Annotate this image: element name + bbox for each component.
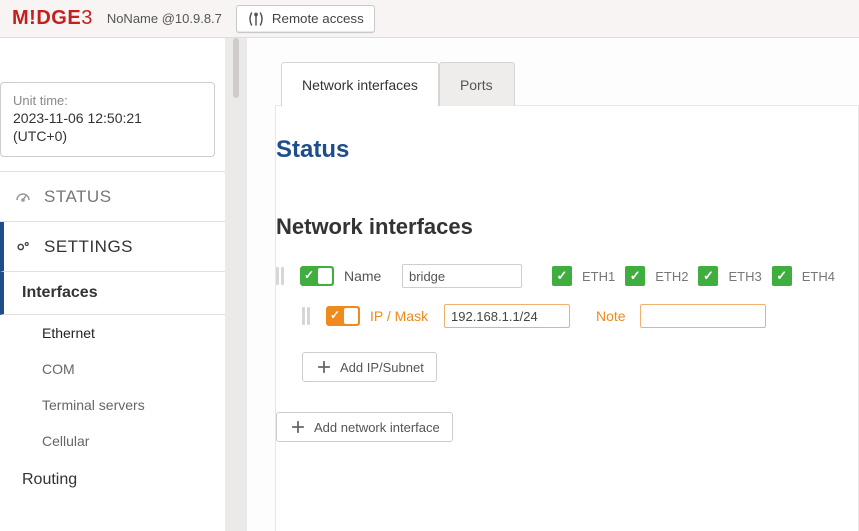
- plus-icon: [315, 358, 333, 376]
- status-heading: Status: [276, 136, 858, 164]
- tab-network-interfaces[interactable]: Network interfaces: [281, 62, 439, 106]
- note-input[interactable]: [640, 304, 766, 328]
- ip-enable-toggle[interactable]: ✓: [326, 306, 360, 326]
- tabs: Network interfaces Ports: [281, 62, 859, 106]
- ip-row: ✓ IP / Mask Note: [302, 304, 858, 328]
- add-ip-label: Add IP/Subnet: [340, 360, 424, 375]
- nav-status[interactable]: STATUS: [0, 172, 225, 222]
- nav-status-label: STATUS: [44, 187, 112, 207]
- nav-interfaces[interactable]: Interfaces: [0, 272, 225, 315]
- add-interface-button[interactable]: Add network interface: [276, 412, 453, 442]
- interface-row: ✓ Name ✓ ETH1 ✓ ETH2 ✓ ETH3 ✓ ETH4: [276, 264, 858, 288]
- gears-icon: [14, 238, 32, 256]
- nav-terminal-servers[interactable]: Terminal servers: [0, 387, 225, 423]
- eth3-label: ETH3: [728, 269, 761, 284]
- add-interface-label: Add network interface: [314, 420, 440, 435]
- device-name: NoName @10.9.8.7: [107, 11, 222, 26]
- nav-cellular[interactable]: Cellular: [0, 423, 225, 459]
- note-label: Note: [596, 308, 630, 324]
- add-ip-button[interactable]: Add IP/Subnet: [302, 352, 437, 382]
- sidebar: Unit time: 2023-11-06 12:50:21 (UTC+0) S…: [0, 38, 225, 531]
- antenna-icon: [247, 10, 265, 28]
- eth1-label: ETH1: [582, 269, 615, 284]
- gauge-icon: [14, 188, 32, 206]
- unit-time-tz: (UTC+0): [13, 128, 202, 144]
- eth1-checkbox[interactable]: ✓: [552, 266, 572, 286]
- ipmask-label: IP / Mask: [370, 308, 434, 324]
- nav: STATUS SETTINGS Interfaces Ethernet COM …: [0, 171, 225, 501]
- topbar: M!DGE3 NoName @10.9.8.7 Remote access: [0, 0, 859, 38]
- eth3-checkbox[interactable]: ✓: [698, 266, 718, 286]
- interface-name-input[interactable]: [402, 264, 522, 288]
- splitter-handle[interactable]: [225, 38, 247, 531]
- nav-settings-label: SETTINGS: [44, 237, 133, 257]
- tab-ports-label: Ports: [460, 77, 493, 93]
- unit-time-label: Unit time:: [13, 93, 202, 108]
- plus-icon: [289, 418, 307, 436]
- nav-com[interactable]: COM: [0, 351, 225, 387]
- product-logo: M!DGE3: [12, 7, 93, 30]
- nav-routing[interactable]: Routing: [0, 459, 225, 501]
- unit-time-panel: Unit time: 2023-11-06 12:50:21 (UTC+0): [0, 82, 215, 157]
- remote-access-button[interactable]: Remote access: [236, 5, 375, 33]
- nav-settings[interactable]: SETTINGS: [0, 222, 225, 272]
- ipmask-input[interactable]: [444, 304, 570, 328]
- nav-ethernet[interactable]: Ethernet: [0, 315, 225, 351]
- name-label: Name: [344, 268, 392, 284]
- remote-access-label: Remote access: [272, 11, 364, 26]
- drag-handle-icon[interactable]: [276, 267, 290, 285]
- tab-network-label: Network interfaces: [302, 77, 418, 93]
- eth2-label: ETH2: [655, 269, 688, 284]
- main-area: Network interfaces Ports Status Network …: [247, 38, 859, 531]
- drag-handle-icon[interactable]: [302, 307, 316, 325]
- eth2-checkbox[interactable]: ✓: [625, 266, 645, 286]
- tab-panel: Status Network interfaces ✓ Name ✓ ETH1 …: [275, 105, 859, 531]
- interface-enable-toggle[interactable]: ✓: [300, 266, 334, 286]
- eth4-label: ETH4: [802, 269, 835, 284]
- unit-time-value: 2023-11-06 12:50:21: [13, 110, 202, 126]
- nav-interfaces-label: Interfaces: [22, 284, 98, 301]
- section-heading: Network interfaces: [276, 214, 858, 240]
- tab-ports[interactable]: Ports: [439, 62, 515, 106]
- eth4-checkbox[interactable]: ✓: [772, 266, 792, 286]
